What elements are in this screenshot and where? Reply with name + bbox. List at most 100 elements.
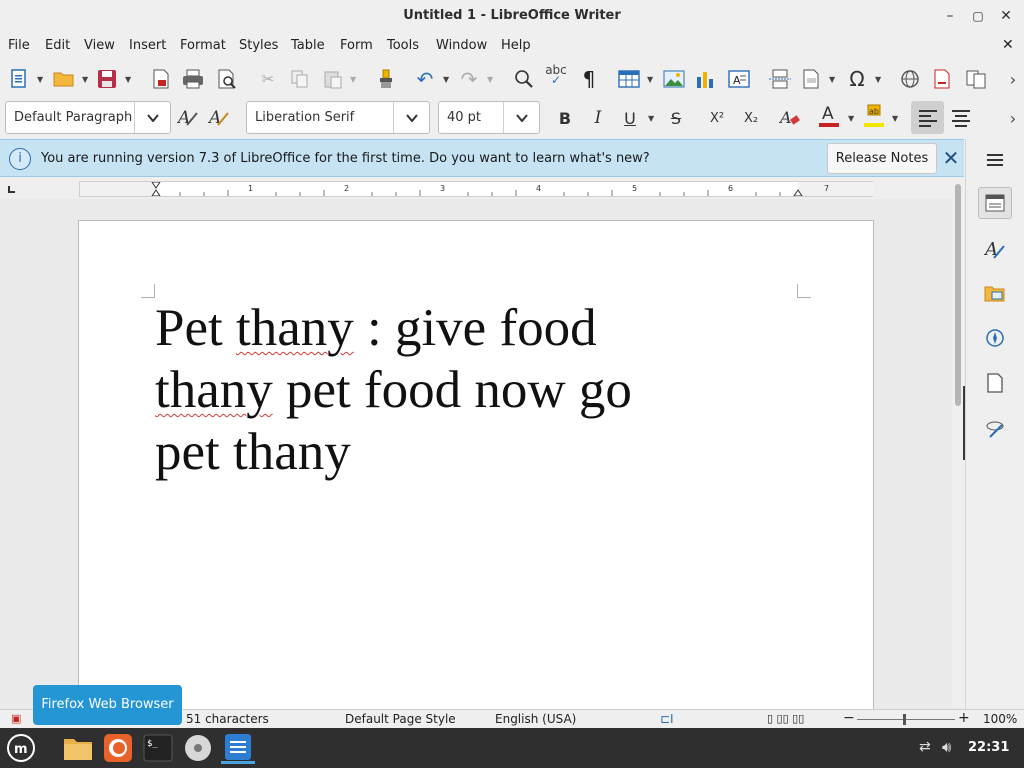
spelling-icon[interactable]: abc ✓ xyxy=(541,62,571,88)
release-notes-button[interactable]: Release Notes xyxy=(827,143,937,174)
comment-icon[interactable] xyxy=(962,66,990,92)
save-dropdown-icon[interactable]: ▼ xyxy=(125,75,131,84)
insert-textbox-icon[interactable]: A xyxy=(726,66,752,92)
misspelled-word[interactable]: thany xyxy=(155,361,273,419)
new-document-icon[interactable] xyxy=(6,66,32,92)
menu-view[interactable]: View xyxy=(84,38,115,53)
horizontal-ruler[interactable]: 1 2 3 4 5 6 7 xyxy=(79,181,874,197)
scrollbar-thumb[interactable] xyxy=(955,184,961,406)
view-layout-icon[interactable]: ▯ ▯▯ ▯▯ xyxy=(767,712,804,725)
field-dropdown-icon[interactable]: ▼ xyxy=(829,75,835,84)
redo-dropdown-icon[interactable]: ▼ xyxy=(487,75,493,84)
strikethrough-button[interactable]: S xyxy=(663,105,689,131)
insert-field-icon[interactable] xyxy=(799,66,825,92)
clock[interactable]: 22:31 xyxy=(968,740,1009,755)
manage-changes-icon[interactable] xyxy=(978,413,1012,445)
open-dropdown-icon[interactable]: ▼ xyxy=(82,75,88,84)
properties-icon[interactable] xyxy=(978,187,1012,219)
insert-table-icon[interactable] xyxy=(615,66,643,92)
highlight-dropdown-icon[interactable]: ▼ xyxy=(892,114,898,123)
document-modified-icon[interactable]: ▣ xyxy=(11,712,21,725)
volume-icon[interactable]: 🔊︎ xyxy=(942,738,951,756)
zoom-out-icon[interactable]: − xyxy=(843,710,855,726)
superscript-button[interactable]: X² xyxy=(704,105,730,131)
update-style-icon[interactable]: A xyxy=(175,104,201,130)
language[interactable]: English (USA) xyxy=(495,712,576,726)
paste-dropdown-icon[interactable]: ▼ xyxy=(350,75,356,84)
styles-icon[interactable]: A xyxy=(978,233,1012,265)
align-left-button[interactable] xyxy=(911,101,944,134)
clear-formatting-icon[interactable]: A xyxy=(777,105,803,131)
close-document-button[interactable]: ✕ xyxy=(1002,37,1014,53)
save-icon[interactable] xyxy=(94,66,120,92)
menu-table[interactable]: Table xyxy=(291,38,325,53)
new-style-icon[interactable]: A xyxy=(206,104,232,130)
tab-stop-selector[interactable] xyxy=(8,186,15,193)
subscript-button[interactable]: X₂ xyxy=(738,105,764,131)
font-name-dropdown-icon[interactable] xyxy=(393,102,429,133)
highlight-color-icon[interactable]: ab xyxy=(860,102,888,128)
firefox-icon[interactable] xyxy=(101,732,135,764)
more-toolbar-icon[interactable]: › xyxy=(1003,66,1023,92)
export-pdf-icon[interactable] xyxy=(148,66,174,92)
clone-formatting-icon[interactable] xyxy=(373,66,399,92)
insert-image-icon[interactable] xyxy=(661,66,687,92)
zoom-slider-thumb[interactable] xyxy=(903,714,906,725)
print-icon[interactable] xyxy=(180,66,206,92)
gallery-icon[interactable] xyxy=(978,277,1012,309)
zoom-slider[interactable] xyxy=(857,719,955,720)
mint-menu-icon[interactable]: m xyxy=(4,732,38,764)
terminal-icon[interactable]: $_ xyxy=(141,732,175,764)
insert-mode-icon[interactable]: ⊏I xyxy=(660,712,674,726)
undo-dropdown-icon[interactable]: ▼ xyxy=(443,75,449,84)
font-size-combo[interactable]: 40 pt xyxy=(438,101,540,134)
maximize-button[interactable]: ▢ xyxy=(967,6,989,26)
zoom-in-icon[interactable]: + xyxy=(958,710,970,726)
disc-icon[interactable] xyxy=(181,732,215,764)
infobar-close-icon[interactable]: ✕ xyxy=(940,147,962,169)
zoom-level[interactable]: 100% xyxy=(983,712,1017,726)
more-format-icon[interactable]: › xyxy=(1003,105,1023,131)
cut-icon[interactable]: ✂ xyxy=(255,66,281,92)
undo-icon[interactable]: ↶ xyxy=(412,66,438,92)
document-text[interactable]: Pet thany : give food thany pet food now … xyxy=(155,297,775,483)
redo-icon[interactable]: ↷ xyxy=(456,66,482,92)
minimize-button[interactable]: – xyxy=(939,6,961,26)
menu-form[interactable]: Form xyxy=(340,38,373,53)
font-name-combo[interactable]: Liberation Serif xyxy=(246,101,430,134)
menu-help[interactable]: Help xyxy=(501,38,531,53)
underline-dropdown-icon[interactable]: ▼ xyxy=(648,114,654,123)
font-color-icon[interactable]: A xyxy=(815,102,843,128)
navigator-icon[interactable] xyxy=(978,322,1012,354)
misspelled-word[interactable]: thany xyxy=(236,299,354,357)
menu-format[interactable]: Format xyxy=(180,38,226,53)
bold-button[interactable]: B xyxy=(552,105,578,131)
page-break-icon[interactable] xyxy=(767,66,793,92)
close-button[interactable]: ✕ xyxy=(995,6,1017,26)
special-character-icon[interactable]: Ω xyxy=(843,66,871,92)
document-line[interactable]: thany pet food now go xyxy=(155,359,775,421)
text-run[interactable]: : give food xyxy=(354,299,597,357)
print-preview-icon[interactable] xyxy=(214,66,240,92)
sidebar-menu-icon[interactable] xyxy=(978,144,1012,176)
copy-icon[interactable] xyxy=(287,66,313,92)
open-folder-icon[interactable] xyxy=(50,66,78,92)
underline-button[interactable]: U xyxy=(617,105,643,131)
menu-styles[interactable]: Styles xyxy=(239,38,278,53)
paragraph-style-combo[interactable]: Default Paragraph xyxy=(5,101,171,134)
italic-button[interactable]: I xyxy=(585,105,611,131)
page-style[interactable]: Default Page Style xyxy=(345,712,456,726)
footnote-icon[interactable] xyxy=(929,66,955,92)
menu-edit[interactable]: Edit xyxy=(45,38,70,53)
formatting-marks-icon[interactable]: ¶ xyxy=(576,66,602,92)
document-line[interactable]: Pet thany : give food xyxy=(155,297,775,359)
text-run[interactable]: pet thany xyxy=(155,423,351,481)
table-dropdown-icon[interactable]: ▼ xyxy=(647,75,653,84)
paste-icon[interactable] xyxy=(320,66,346,92)
new-dropdown-icon[interactable]: ▼ xyxy=(37,75,43,84)
text-run[interactable]: pet food now go xyxy=(273,361,632,419)
menu-window[interactable]: Window xyxy=(436,38,487,53)
hyperlink-icon[interactable] xyxy=(897,66,923,92)
font-size-dropdown-icon[interactable] xyxy=(503,102,539,133)
menu-tools[interactable]: Tools xyxy=(387,38,419,53)
